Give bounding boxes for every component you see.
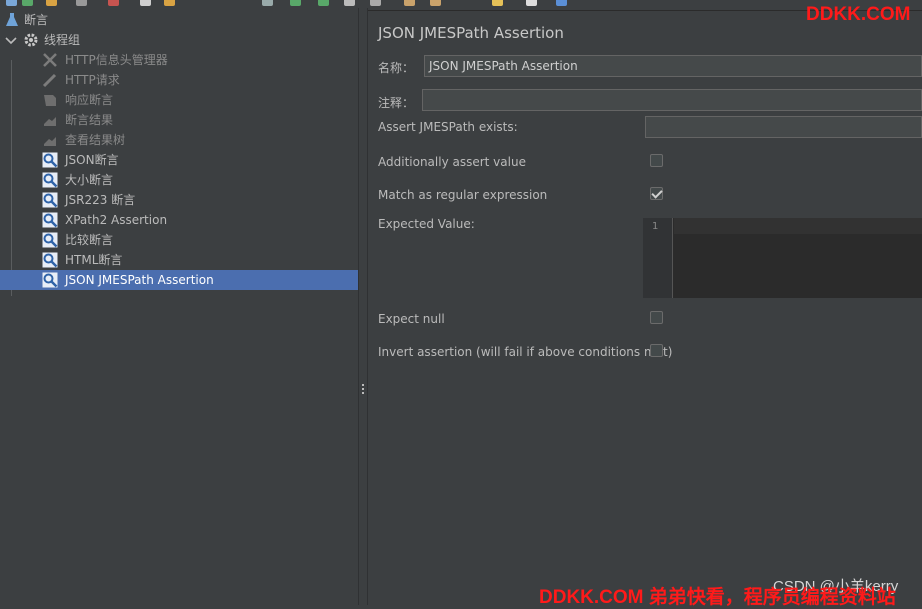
invert-assertion-label: Invert assertion (will fail if above con… bbox=[378, 345, 673, 359]
tree-item-label: 查看结果树 bbox=[65, 133, 126, 147]
additionally-assert-checkbox[interactable] bbox=[650, 154, 663, 167]
magnifier-icon bbox=[42, 152, 58, 168]
tree-item-label: 大小断言 bbox=[65, 173, 114, 187]
tree-thread-group[interactable]: 线程组 bbox=[0, 30, 358, 50]
toolbar-reset-icon[interactable] bbox=[526, 0, 537, 6]
toolbar bbox=[0, 0, 922, 8]
invert-assertion-checkbox[interactable] bbox=[650, 344, 663, 357]
jmespath-exists-input[interactable] bbox=[645, 116, 922, 138]
toolbar-copy-icon[interactable] bbox=[140, 0, 151, 6]
tree-item-label: JSR223 断言 bbox=[65, 193, 136, 207]
regex-checkbox[interactable] bbox=[650, 187, 663, 200]
chart-icon bbox=[42, 112, 58, 128]
expect-null-label: Expect null bbox=[378, 312, 445, 326]
toolbar-save-icon[interactable] bbox=[76, 0, 87, 6]
tree-item-jsr223-assertion[interactable]: JSR223 断言 bbox=[0, 190, 358, 210]
tree-item-view-results-tree[interactable]: 查看结果树 bbox=[0, 130, 358, 150]
toolbar-search-icon[interactable] bbox=[492, 0, 503, 6]
tree-item-http-header[interactable]: HTTP信息头管理器 bbox=[0, 50, 358, 70]
expected-value-editor[interactable]: 1 bbox=[643, 218, 922, 298]
panel-splitter[interactable] bbox=[358, 8, 368, 605]
toolbar-function-icon[interactable] bbox=[556, 0, 567, 6]
additionally-assert-label: Additionally assert value bbox=[378, 155, 526, 169]
comment-input[interactable] bbox=[422, 89, 922, 111]
assertion-form: JSON JMESPath Assertion 名称： JSON JMESPat… bbox=[368, 8, 922, 605]
expect-null-checkbox[interactable] bbox=[650, 311, 663, 324]
regex-label: Match as regular expression bbox=[378, 188, 548, 202]
comment-label: 注释： bbox=[378, 96, 415, 110]
beaker-icon bbox=[4, 12, 20, 28]
name-input[interactable]: JSON JMESPath Assertion bbox=[424, 55, 922, 77]
tree-item-label: 比较断言 bbox=[65, 233, 114, 247]
chart-icon bbox=[42, 132, 58, 148]
toolbar-expand-icon[interactable] bbox=[262, 0, 273, 6]
test-plan-tree: 断言 线程组 HTTP信息头管理器 HTTP请求 响应断言 断言结果 查看结果树… bbox=[0, 8, 358, 605]
toolbar-cut-icon[interactable] bbox=[108, 0, 119, 6]
chevron-down-icon[interactable] bbox=[3, 32, 19, 48]
toolbar-paste-icon[interactable] bbox=[164, 0, 175, 6]
tree-item-label: JSON JMESPath Assertion bbox=[65, 273, 214, 287]
jmespath-exists-label: Assert JMESPath exists: bbox=[378, 120, 518, 134]
line-number-gutter: 1 bbox=[643, 218, 673, 298]
tree-item-label: HTTP信息头管理器 bbox=[65, 53, 168, 67]
toolbar-run-icon[interactable] bbox=[290, 0, 301, 6]
current-line-highlight bbox=[674, 218, 922, 234]
magnifier-icon bbox=[42, 272, 58, 288]
expected-value-label: Expected Value: bbox=[378, 217, 475, 231]
assertion-icon bbox=[42, 92, 58, 108]
tree-root-label: 断言 bbox=[24, 13, 49, 27]
tree-thread-group-label: 线程组 bbox=[44, 33, 81, 47]
tree-root[interactable]: 断言 bbox=[0, 10, 358, 30]
splitter-grip-icon[interactable] bbox=[362, 384, 365, 398]
tree-item-http-request[interactable]: HTTP请求 bbox=[0, 70, 358, 90]
tree-item-label: HTTP请求 bbox=[65, 73, 120, 87]
magnifier-icon bbox=[42, 172, 58, 188]
tree-item-label: 响应断言 bbox=[65, 93, 114, 107]
tree-item-assertion-results[interactable]: 断言结果 bbox=[0, 110, 358, 130]
tree-item-label: HTML断言 bbox=[65, 253, 123, 267]
page-title: JSON JMESPath Assertion bbox=[378, 24, 564, 42]
toolbar-clear-icon[interactable] bbox=[404, 0, 415, 6]
watermark-top: DDKK.COM bbox=[806, 4, 911, 25]
toolbar-run-nopause-icon[interactable] bbox=[318, 0, 329, 6]
tree-item-response-assertion[interactable]: 响应断言 bbox=[0, 90, 358, 110]
toolbar-stop-icon[interactable] bbox=[344, 0, 355, 6]
toolbar-new-icon[interactable] bbox=[6, 0, 17, 6]
magnifier-icon bbox=[42, 232, 58, 248]
tree-item-size-assertion[interactable]: 大小断言 bbox=[0, 170, 358, 190]
pencil-icon bbox=[42, 72, 58, 88]
tree-item-compare-assertion[interactable]: 比较断言 bbox=[0, 230, 358, 250]
toolbar-open-icon[interactable] bbox=[46, 0, 57, 6]
tree-item-label: XPath2 Assertion bbox=[65, 213, 168, 227]
tree-item-label: 断言结果 bbox=[65, 113, 114, 127]
wrench-icon bbox=[42, 52, 58, 68]
tree-item-html-assertion[interactable]: HTML断言 bbox=[0, 250, 358, 270]
tree-item-xpath2-assertion[interactable]: XPath2 Assertion bbox=[0, 210, 358, 230]
magnifier-icon bbox=[42, 192, 58, 208]
gear-icon bbox=[23, 32, 39, 48]
tree-item-label: JSON断言 bbox=[65, 153, 119, 167]
toolbar-start-icon[interactable] bbox=[22, 0, 33, 6]
tree-item-json-assertion[interactable]: JSON断言 bbox=[0, 150, 358, 170]
toolbar-clear-all-icon[interactable] bbox=[430, 0, 441, 6]
magnifier-icon bbox=[42, 212, 58, 228]
magnifier-icon bbox=[42, 252, 58, 268]
tree-item-jmespath-assertion[interactable]: JSON JMESPath Assertion bbox=[0, 270, 358, 290]
toolbar-shutdown-icon[interactable] bbox=[370, 0, 381, 6]
name-label: 名称： bbox=[378, 61, 415, 75]
